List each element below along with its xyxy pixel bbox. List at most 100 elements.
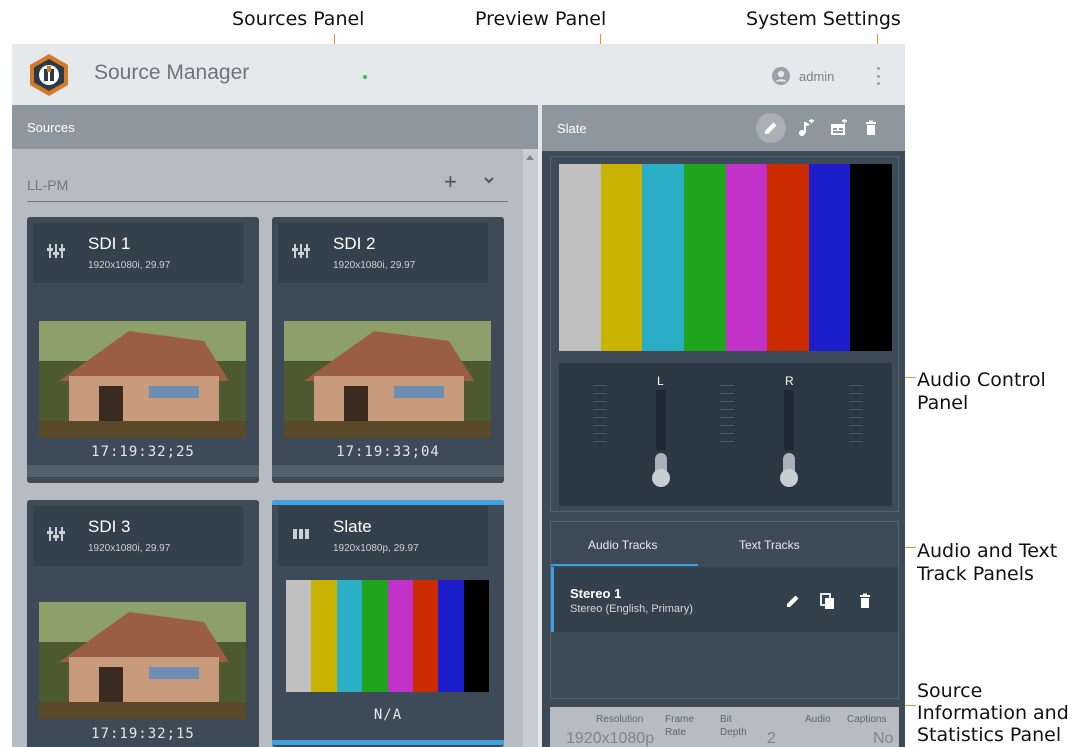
card-timecode: 17:19:33;04 — [336, 444, 440, 460]
status-indicator — [363, 75, 367, 79]
source-manager-window: Source Manager admin Sources LL-PM + SDI… — [12, 44, 905, 747]
left-fader-handle[interactable] — [652, 469, 670, 487]
sdi-input-icon — [47, 244, 65, 258]
bitdepth-value: 2 — [767, 730, 776, 747]
sdi-input-icon — [47, 527, 65, 541]
card-resolution: 1920x1080i, 29.97 — [88, 543, 171, 554]
resolution-value: 1920x1080p — [566, 730, 655, 747]
add-audio-icon — [799, 119, 814, 136]
account-circle-icon — [772, 67, 790, 85]
delete-source-button[interactable] — [856, 113, 886, 143]
color-bar — [850, 164, 892, 351]
audio-control-panel: L R — [559, 363, 892, 506]
user-menu[interactable]: admin — [772, 66, 834, 86]
preview-header: Slate — [542, 105, 905, 151]
source-card-sdi-2[interactable]: SDI 2 1920x1080i, 29.97 17:19:33;04 — [272, 217, 504, 483]
preview-title: Slate — [557, 121, 587, 136]
kebab-menu-icon[interactable] — [872, 67, 884, 85]
card-footer — [27, 465, 259, 477]
captions-value: No — [873, 730, 894, 747]
color-bar — [463, 580, 489, 692]
color-bar — [438, 580, 464, 692]
video-thumbnail — [284, 321, 491, 438]
add-audio-button[interactable] — [791, 113, 821, 143]
callout-audio-control-1: Audio Control — [917, 369, 1046, 391]
meter-scale — [720, 385, 734, 455]
source-info-panel: Resolution 1920x1080p Frame Rate Bit Dep… — [550, 707, 899, 747]
edit-button[interactable] — [756, 113, 786, 143]
callout-info-1: Source — [917, 680, 983, 702]
card-name: SDI 3 — [88, 517, 131, 536]
right-fader-handle[interactable] — [780, 469, 798, 487]
bitdepth-label-2: Depth — [720, 727, 747, 738]
color-bar — [642, 164, 684, 351]
track-name: Stereo 1 — [570, 586, 622, 601]
captions-label: Captions — [847, 714, 887, 725]
color-bar — [725, 164, 768, 351]
color-bar — [559, 164, 601, 351]
annotated-screenshot: Sources Panel Preview Panel System Setti… — [0, 0, 1087, 747]
preview-panel: L R — [550, 156, 899, 512]
edit-icon — [765, 122, 777, 134]
color-bar — [767, 164, 809, 351]
active-tab-indicator — [551, 564, 698, 566]
callout-tracks-1: Audio and Text — [917, 540, 1058, 562]
add-source-button[interactable]: + — [444, 169, 457, 195]
callout-preview-panel: Preview Panel — [475, 8, 607, 30]
callout-info-3: Statistics Panel — [917, 724, 1062, 746]
selected-indicator — [272, 500, 504, 505]
add-caption-button[interactable] — [824, 113, 854, 143]
color-bars-icon — [293, 529, 309, 539]
audio-label: Audio — [805, 714, 831, 725]
app-title: Source Manager — [94, 61, 250, 84]
top-bar: Source Manager admin — [12, 44, 905, 105]
card-timecode: 17:19:32;15 — [91, 726, 195, 742]
left-level-meter — [656, 390, 666, 450]
color-bar — [600, 164, 643, 351]
color-bar — [683, 164, 726, 351]
sources-panel: Sources LL-PM + SDI 1 1920x1080i, 29.97 — [12, 105, 538, 747]
sources-scrollbar[interactable] — [523, 149, 538, 747]
left-channel-label: L — [657, 374, 664, 388]
source-card-sdi-1[interactable]: SDI 1 1920x1080i, 29.97 17:19:32;25 — [27, 217, 259, 483]
copy-track-icon[interactable] — [820, 593, 836, 609]
delete-icon — [866, 120, 876, 135]
framerate-label-1: Frame — [665, 714, 694, 725]
right-level-meter — [784, 390, 794, 450]
color-bar — [336, 580, 363, 692]
callout-info-2: Information and — [917, 702, 1069, 724]
meter-scale — [593, 385, 607, 455]
delete-track-icon[interactable] — [857, 593, 873, 609]
source-card-sdi-3[interactable]: SDI 3 1920x1080i, 29.97 17:19:32;15 — [27, 500, 259, 747]
chevron-down-icon[interactable] — [482, 173, 496, 187]
color-bar — [286, 580, 312, 692]
color-bar — [362, 580, 388, 692]
scroll-up-arrow-icon[interactable] — [526, 155, 534, 160]
callout-sources-panel: Sources Panel — [232, 8, 365, 30]
user-name: admin — [799, 68, 835, 84]
color-bar — [808, 164, 851, 351]
edit-track-icon[interactable] — [785, 593, 801, 609]
tracks-panel: Audio Tracks Text Tracks Stereo 1 Stereo… — [550, 521, 899, 699]
group-underline — [27, 201, 508, 202]
callout-tracks-2: Track Panels — [917, 563, 1034, 585]
sources-header: Sources — [12, 105, 538, 149]
video-thumbnail — [39, 602, 246, 719]
card-name: SDI 1 — [88, 234, 131, 253]
panel-divider — [538, 105, 542, 747]
tab-audio-tracks[interactable]: Audio Tracks — [588, 538, 657, 552]
add-caption-icon — [831, 119, 847, 135]
framerate-label-2: Rate — [665, 727, 687, 738]
source-group-name[interactable]: LL-PM — [27, 177, 68, 193]
app-logo-icon — [30, 54, 68, 96]
audio-track-row[interactable]: Stereo 1 Stereo (English, Primary) — [551, 567, 898, 632]
selected-indicator-bottom — [272, 740, 504, 745]
source-card-slate[interactable]: Slate 1920x1080p, 29.97 N/A — [272, 500, 504, 747]
card-resolution: 1920x1080i, 29.97 — [333, 260, 416, 271]
right-channel-label: R — [785, 374, 794, 388]
tab-text-tracks[interactable]: Text Tracks — [739, 538, 800, 552]
card-name: Slate — [333, 517, 372, 536]
sdi-input-icon — [292, 244, 310, 258]
color-bar — [387, 580, 413, 692]
callout-audio-control-2: Panel — [917, 392, 969, 414]
